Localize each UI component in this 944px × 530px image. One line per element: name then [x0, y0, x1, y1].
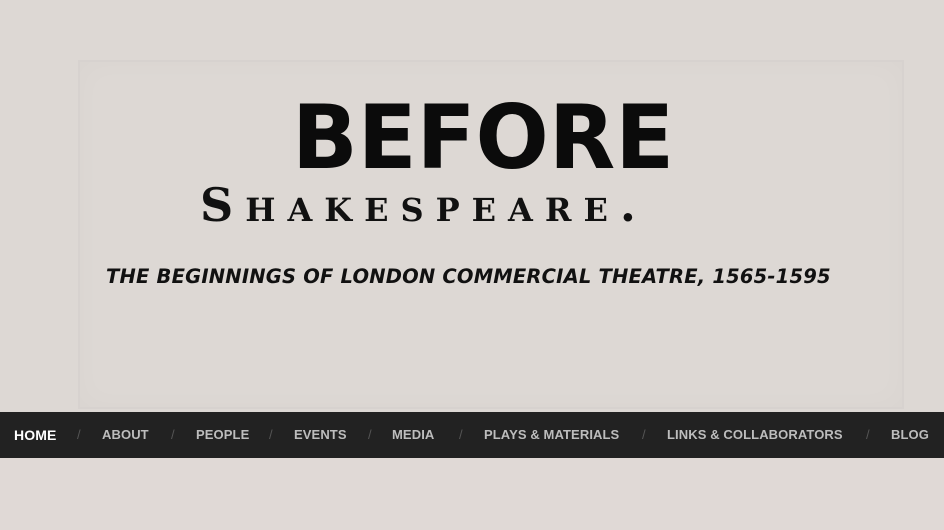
header-banner[interactable]: BEFORE Shakespeare. THE BEGINNINGS OF LO…: [0, 0, 944, 412]
nav-separator: /: [459, 427, 463, 442]
nav-separator: /: [368, 427, 372, 442]
page: BEFORE Shakespeare. THE BEGINNINGS OF LO…: [0, 0, 944, 530]
nav-item-events[interactable]: EVENTS: [294, 412, 347, 458]
nav-separator: /: [269, 427, 273, 442]
content-area: [0, 458, 944, 530]
site-title-shakespeare: Shakespeare.: [200, 178, 648, 232]
nav-separator: /: [866, 427, 870, 442]
nav-separator: /: [171, 427, 175, 442]
nav-item-home[interactable]: HOME: [14, 412, 56, 458]
nav-item-media[interactable]: MEDIA: [392, 412, 434, 458]
nav-item-about[interactable]: ABOUT: [102, 412, 149, 458]
nav-item-plays-materials[interactable]: PLAYS & MATERIALS: [484, 412, 619, 458]
nav-item-people[interactable]: PEOPLE: [196, 412, 249, 458]
nav-item-links-collaborators[interactable]: LINKS & COLLABORATORS: [667, 412, 843, 458]
nav-separator: /: [642, 427, 646, 442]
main-navigation: HOME / ABOUT / PEOPLE / EVENTS / MEDIA /…: [0, 412, 944, 458]
nav-item-blog[interactable]: BLOG: [891, 412, 929, 458]
site-tagline: THE BEGINNINGS OF LONDON COMMERCIAL THEA…: [106, 265, 831, 288]
nav-separator: /: [77, 427, 81, 442]
